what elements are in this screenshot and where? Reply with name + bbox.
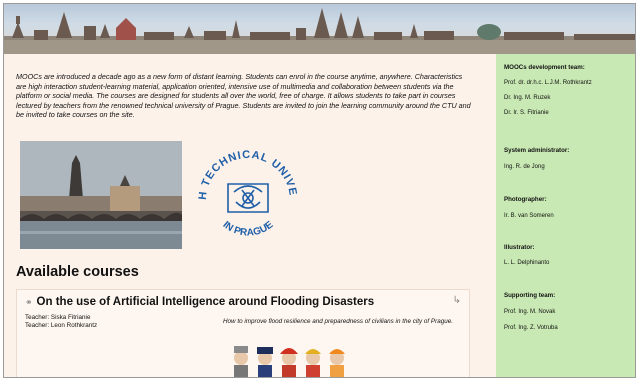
credits-sidebar: MOOCs development team: Prof. dr. dr.h.c… xyxy=(482,54,635,377)
section-title-sysadmin: System administrator: xyxy=(504,147,570,154)
page-frame: MOOCs are introduced a decade ago as a n… xyxy=(3,3,636,378)
logo-text-bottom: IN PRAGUE xyxy=(221,219,276,239)
course-teachers: Teacher: Siska Fitrianie Teacher: Leon R… xyxy=(25,314,97,331)
credit-item: Prof. Ing. Z. Votruba xyxy=(504,325,558,331)
prague-photo xyxy=(20,141,182,249)
credit-item: Ir. B. van Someren xyxy=(504,213,554,219)
credit-item: Prof. dr. dr.h.c. L.J.M. Rothkrantz xyxy=(504,80,592,86)
intro-paragraph: MOOCs are introduced a decade ago as a n… xyxy=(16,72,471,120)
teacher-2[interactable]: Teacher: Leon Rothkrantz xyxy=(25,322,97,330)
credit-item: Dr. Ir. S. Fitrianie xyxy=(504,110,549,116)
svg-text:IN PRAGUE: IN PRAGUE xyxy=(221,219,276,239)
enrol-icon[interactable]: ↳ xyxy=(453,295,461,306)
svg-text:CZECH TECHNICAL UNIVERSITY: CZECH TECHNICAL UNIVERSITY xyxy=(192,140,299,200)
credits-block: MOOCs development team: Prof. dr. dr.h.c… xyxy=(496,54,635,377)
course-summary: How to improve flood resilience and prep… xyxy=(223,318,453,325)
credit-item: Dr. Ing. M. Ruzek xyxy=(504,95,551,101)
credit-item: Prof. Ing. M. Novak xyxy=(504,309,556,315)
course-title-link[interactable]: ⚭ On the use of Artificial Intelligence a… xyxy=(25,296,374,308)
course-illustration xyxy=(227,338,357,377)
header-banner-image xyxy=(4,4,635,54)
section-title-photographer: Photographer: xyxy=(504,196,547,203)
section-title-illustrator: Illustrator: xyxy=(504,244,535,251)
course-title-text[interactable]: On the use of Artificial Intelligence ar… xyxy=(37,296,375,308)
course-card[interactable]: ⚭ On the use of Artificial Intelligence a… xyxy=(16,289,470,377)
logo-text-top: CZECH TECHNICAL UNIVERSITY xyxy=(188,131,298,200)
section-title-supporting: Supporting team: xyxy=(504,292,556,299)
available-courses-heading: Available courses xyxy=(16,264,139,280)
teacher-1[interactable]: Teacher: Siska Fitrianie xyxy=(25,314,97,322)
credit-item: L. L. Delphinanto xyxy=(504,260,550,266)
main-content: MOOCs are introduced a decade ago as a n… xyxy=(4,54,482,377)
section-title-development: MOOCs development team: xyxy=(504,64,585,71)
ctu-logo: CZECH TECHNICAL UNIVERSITY IN PRAGUE xyxy=(188,131,304,252)
credit-item: Ing. R. de Jong xyxy=(504,164,545,170)
course-icon: ⚭ xyxy=(25,297,33,307)
